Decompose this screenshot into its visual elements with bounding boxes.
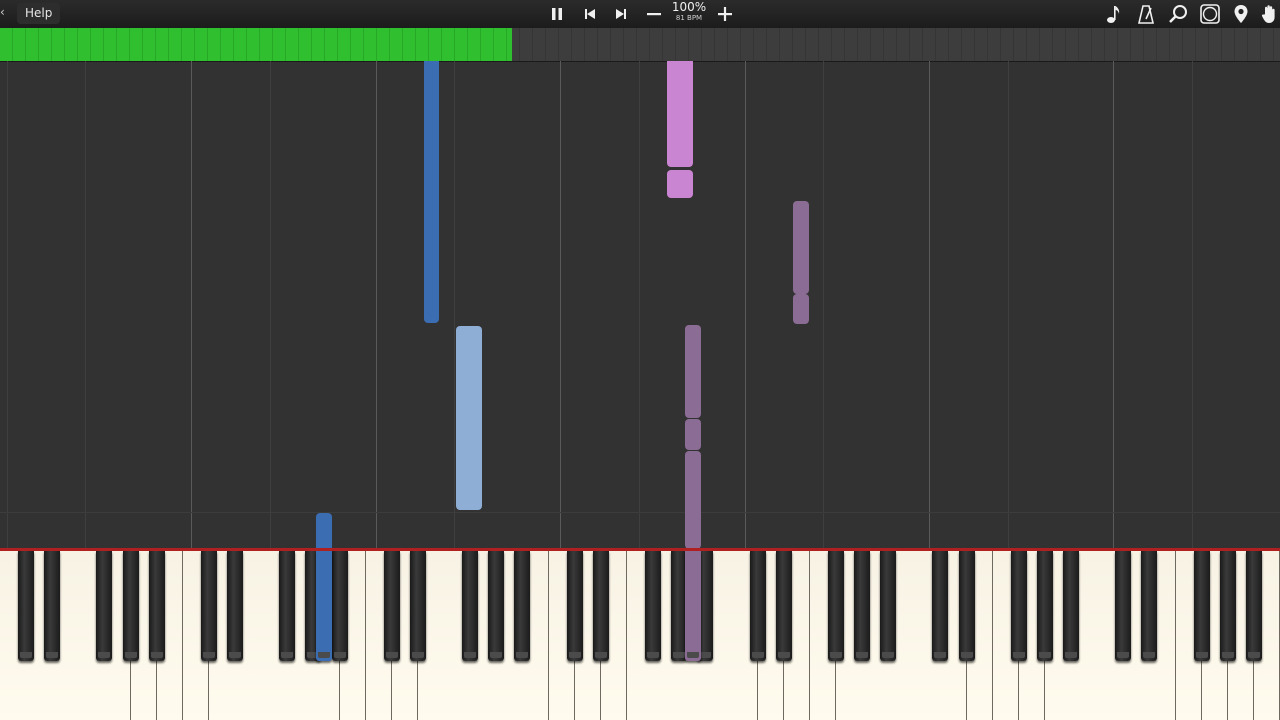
note-icon[interactable] bbox=[1103, 2, 1125, 26]
speed-percent: 100% bbox=[671, 0, 707, 14]
black-key[interactable] bbox=[488, 551, 505, 661]
black-key[interactable] bbox=[749, 551, 766, 661]
falling-note bbox=[685, 419, 701, 450]
black-key[interactable] bbox=[645, 551, 662, 661]
black-key[interactable] bbox=[592, 551, 609, 661]
grid-line bbox=[7, 61, 8, 548]
black-key[interactable] bbox=[1036, 551, 1053, 661]
black-key[interactable] bbox=[1219, 551, 1236, 661]
falling-note bbox=[456, 326, 482, 510]
progress-fill bbox=[0, 28, 512, 61]
grid-line bbox=[929, 61, 930, 548]
grid-line bbox=[454, 61, 455, 548]
black-key[interactable] bbox=[827, 551, 844, 661]
black-key[interactable] bbox=[279, 551, 296, 661]
plus-icon[interactable] bbox=[713, 2, 737, 26]
grid-line bbox=[1008, 61, 1009, 548]
falling-note bbox=[793, 294, 809, 324]
grid-line bbox=[1113, 61, 1114, 548]
minus-icon[interactable] bbox=[642, 2, 666, 26]
back-icon[interactable]: ‹ bbox=[0, 5, 5, 19]
grid-line bbox=[1192, 61, 1193, 548]
black-key[interactable] bbox=[409, 551, 426, 661]
grid-line bbox=[85, 61, 86, 548]
black-key[interactable] bbox=[96, 551, 113, 661]
black-key[interactable] bbox=[1141, 551, 1158, 661]
black-key[interactable] bbox=[854, 551, 871, 661]
black-key[interactable] bbox=[462, 551, 479, 661]
black-key[interactable] bbox=[122, 551, 139, 661]
falling-notes-area bbox=[0, 61, 1280, 548]
black-key[interactable] bbox=[775, 551, 792, 661]
hand-icon[interactable] bbox=[1260, 2, 1280, 26]
black-key[interactable] bbox=[1193, 551, 1210, 661]
black-key[interactable] bbox=[44, 551, 61, 661]
black-key[interactable] bbox=[1245, 551, 1262, 661]
pressed-key[interactable] bbox=[685, 551, 701, 661]
skip-forward-icon[interactable] bbox=[609, 2, 633, 26]
grid-line bbox=[560, 61, 561, 548]
black-key[interactable] bbox=[880, 551, 897, 661]
black-key[interactable] bbox=[331, 551, 348, 661]
black-key[interactable] bbox=[227, 551, 244, 661]
falling-note bbox=[685, 451, 701, 548]
grid-line bbox=[745, 61, 746, 548]
grid-line bbox=[823, 61, 824, 548]
top-toolbar: ‹ Help 100% 81 BPM bbox=[0, 0, 1280, 28]
black-key[interactable] bbox=[1010, 551, 1027, 661]
falling-note bbox=[316, 513, 332, 548]
falling-note bbox=[793, 201, 809, 294]
magnifier-icon[interactable] bbox=[1166, 2, 1190, 26]
black-key[interactable] bbox=[200, 551, 217, 661]
falling-note bbox=[667, 61, 693, 167]
falling-note bbox=[424, 61, 439, 323]
black-key[interactable] bbox=[514, 551, 531, 661]
black-key[interactable] bbox=[932, 551, 949, 661]
song-progress-bar[interactable] bbox=[0, 28, 1280, 62]
location-pin-icon[interactable] bbox=[1230, 2, 1252, 26]
black-key[interactable] bbox=[958, 551, 975, 661]
falling-note bbox=[667, 170, 693, 198]
black-key[interactable] bbox=[383, 551, 400, 661]
grid-line bbox=[191, 61, 192, 548]
measure-line bbox=[0, 512, 1280, 513]
pressed-key[interactable] bbox=[316, 551, 332, 661]
black-key[interactable] bbox=[1063, 551, 1080, 661]
help-menu-button[interactable]: Help bbox=[17, 3, 61, 24]
black-key[interactable] bbox=[566, 551, 583, 661]
falling-note bbox=[685, 325, 701, 418]
grid-line bbox=[376, 61, 377, 548]
grid-line bbox=[639, 61, 640, 548]
piano-keyboard[interactable] bbox=[0, 551, 1280, 720]
pause-icon[interactable] bbox=[545, 2, 569, 26]
la-label-icon[interactable] bbox=[1198, 2, 1222, 26]
grid-line bbox=[270, 61, 271, 548]
tempo-bpm: 81 BPM bbox=[675, 14, 703, 22]
black-key[interactable] bbox=[148, 551, 165, 661]
metronome-icon[interactable] bbox=[1135, 2, 1157, 26]
speed-readout: 100% 81 BPM bbox=[668, 1, 710, 23]
black-key[interactable] bbox=[1115, 551, 1132, 661]
skip-back-icon[interactable] bbox=[578, 2, 602, 26]
black-key[interactable] bbox=[18, 551, 35, 661]
